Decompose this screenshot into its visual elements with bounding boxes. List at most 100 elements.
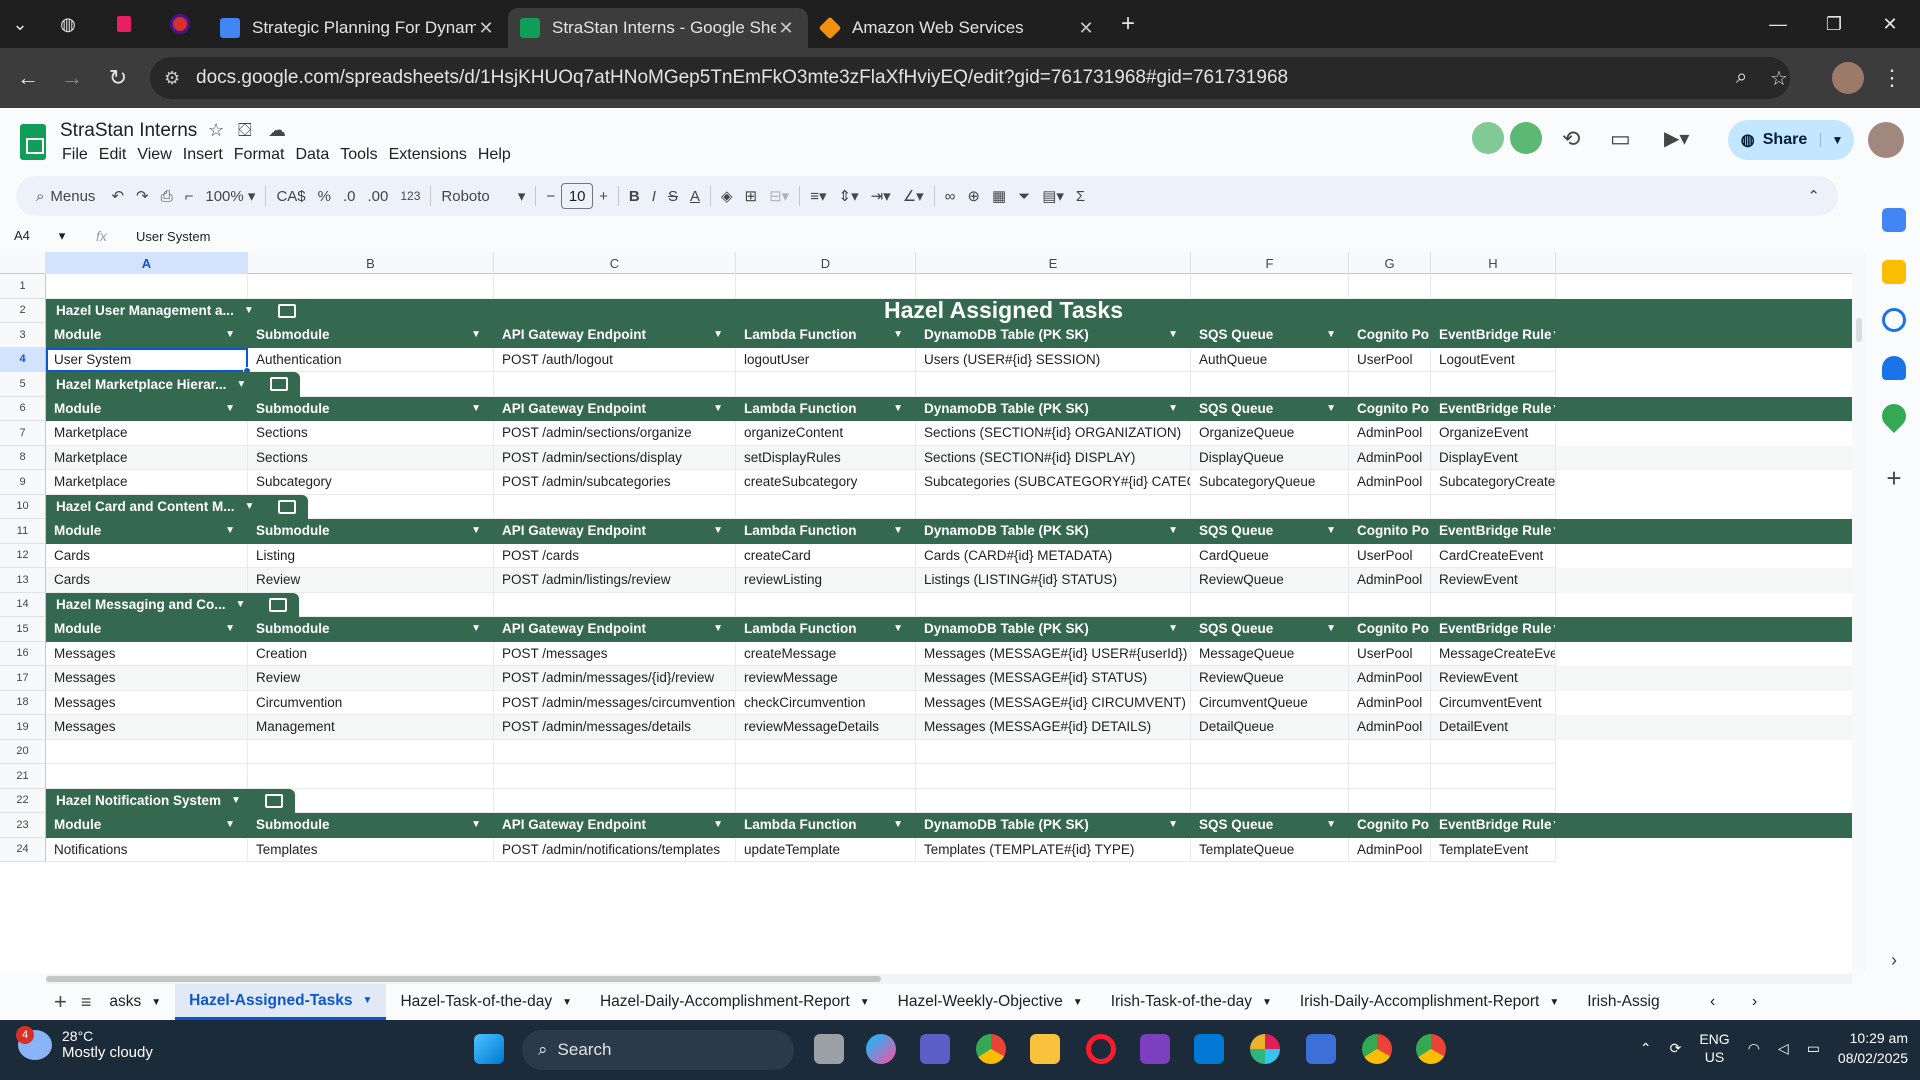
column-heading[interactable]: SQS Queue ▼ bbox=[1191, 396, 1349, 421]
cell[interactable]: TemplateQueue bbox=[1191, 837, 1349, 862]
column-dropdown-chevron-icon[interactable]: ▼ bbox=[471, 329, 481, 340]
cell[interactable]: CardQueue bbox=[1191, 543, 1349, 568]
cell[interactable]: LogoutEvent bbox=[1431, 347, 1556, 372]
table-view-icon[interactable] bbox=[270, 377, 289, 392]
cell[interactable]: reviewMessage bbox=[736, 666, 916, 691]
table-name-chip[interactable]: Hazel User Management a... ▼ bbox=[46, 298, 308, 323]
star-icon[interactable]: ☆ bbox=[208, 120, 224, 141]
column-heading[interactable]: SQS Queue ▼ bbox=[1191, 519, 1349, 544]
cell[interactable]: Messages (MESSAGE#{id} USER#{userId}) bbox=[916, 641, 1191, 666]
menu-view[interactable]: View bbox=[135, 146, 180, 164]
column-heading[interactable]: API Gateway Endpoint ▼ bbox=[494, 519, 736, 544]
row-header-10[interactable]: 10 bbox=[0, 494, 46, 519]
column-dropdown-chevron-icon[interactable]: ▼ bbox=[893, 403, 903, 414]
task-view-icon[interactable] bbox=[814, 1034, 844, 1064]
column-heading[interactable]: Submodule ▼ bbox=[248, 396, 494, 421]
cell[interactable]: createCard bbox=[736, 543, 916, 568]
column-header-e[interactable]: E bbox=[916, 252, 1191, 274]
sheet-tab[interactable]: Hazel-Task-of-the-day ▼ bbox=[386, 984, 586, 1020]
table-view-icon[interactable] bbox=[277, 303, 296, 318]
horizontal-scrollbar[interactable] bbox=[46, 974, 1852, 984]
zoom-select[interactable]: 100% ▾ bbox=[199, 180, 261, 212]
clock[interactable]: 10:29 am 08/02/2025 bbox=[1838, 1028, 1908, 1068]
table-view-icon[interactable] bbox=[264, 793, 283, 808]
column-heading[interactable]: Cognito Po▼ bbox=[1349, 396, 1431, 421]
copilot-icon[interactable] bbox=[866, 1034, 896, 1064]
row-header-12[interactable]: 12 bbox=[0, 543, 46, 568]
column-dropdown-chevron-icon[interactable]: ▼ bbox=[1326, 819, 1336, 830]
column-heading[interactable]: EventBridge Rule▼ bbox=[1431, 323, 1556, 348]
increase-decimal-button[interactable]: .00 bbox=[362, 180, 395, 212]
row-header-1[interactable]: 1 bbox=[0, 274, 46, 299]
battery-icon[interactable]: ▭ bbox=[1807, 1040, 1820, 1057]
strikethrough-button[interactable]: S bbox=[662, 180, 684, 212]
contacts-icon[interactable] bbox=[1882, 356, 1906, 380]
cell[interactable]: DisplayEvent bbox=[1431, 445, 1556, 470]
table-view-icon[interactable] bbox=[278, 499, 297, 514]
browser-menu-icon[interactable]: ⋮ bbox=[1874, 60, 1910, 96]
cell[interactable]: Marketplace bbox=[46, 470, 248, 495]
cell[interactable]: Subcategory bbox=[248, 470, 494, 495]
cell[interactable]: Marketplace bbox=[46, 421, 248, 446]
opera-icon[interactable] bbox=[1086, 1034, 1116, 1064]
column-heading[interactable]: Cognito Po▼ bbox=[1349, 813, 1431, 838]
cell[interactable]: createSubcategory bbox=[736, 470, 916, 495]
column-dropdown-chevron-icon[interactable]: ▼ bbox=[1168, 525, 1178, 536]
insert-link-icon[interactable]: ∞ bbox=[939, 180, 962, 212]
column-heading[interactable]: API Gateway Endpoint ▼ bbox=[494, 813, 736, 838]
cell[interactable]: POST /admin/messages/details bbox=[494, 715, 736, 740]
column-heading[interactable]: Cognito Po▼ bbox=[1349, 617, 1431, 642]
sheet-tab[interactable]: Hazel-Daily-Accomplishment-Report ▼ bbox=[586, 984, 884, 1020]
tab-search-chevron-icon[interactable]: ⌄ bbox=[0, 0, 40, 48]
bold-button[interactable]: B bbox=[623, 180, 646, 212]
cell[interactable]: AdminPool bbox=[1349, 837, 1431, 862]
cell[interactable]: AdminPool bbox=[1349, 445, 1431, 470]
browser-tab-2[interactable]: StraStan Interns - Google Sheet ✕ bbox=[508, 8, 808, 48]
cell[interactable]: POST /admin/listings/review bbox=[494, 568, 736, 593]
table-menu-chevron-icon[interactable]: ▼ bbox=[236, 379, 246, 390]
column-heading[interactable]: API Gateway Endpoint ▼ bbox=[494, 323, 736, 348]
cell[interactable]: AdminPool bbox=[1349, 715, 1431, 740]
column-heading[interactable]: Module ▼ bbox=[46, 617, 248, 642]
tray-overflow-chevron-icon[interactable]: ⌃ bbox=[1640, 1040, 1652, 1057]
column-dropdown-chevron-icon[interactable]: ▼ bbox=[471, 403, 481, 414]
sheet-tab[interactable]: Hazel-Weekly-Objective ▼ bbox=[884, 984, 1097, 1020]
cell[interactable]: UserPool bbox=[1349, 347, 1431, 372]
cell[interactable]: DetailEvent bbox=[1431, 715, 1556, 740]
column-heading[interactable]: EventBridge Rule▼ bbox=[1431, 396, 1556, 421]
column-dropdown-chevron-icon[interactable]: ▼ bbox=[1326, 403, 1336, 414]
vertical-align-icon[interactable]: ⇕▾ bbox=[833, 180, 865, 212]
column-heading[interactable]: DynamoDB Table (PK SK) ▼ bbox=[916, 813, 1191, 838]
column-heading[interactable]: Module ▼ bbox=[46, 396, 248, 421]
column-heading[interactable]: Module ▼ bbox=[46, 813, 248, 838]
menu-tools[interactable]: Tools bbox=[338, 146, 386, 164]
column-heading[interactable]: API Gateway Endpoint ▼ bbox=[494, 396, 736, 421]
cell[interactable]: AdminPool bbox=[1349, 666, 1431, 691]
reload-icon[interactable]: ↻ bbox=[100, 60, 136, 96]
cell[interactable]: Messages (MESSAGE#{id} DETAILS) bbox=[916, 715, 1191, 740]
column-dropdown-chevron-icon[interactable]: ▼ bbox=[225, 819, 235, 830]
column-header-f[interactable]: F bbox=[1191, 252, 1349, 274]
column-heading[interactable]: Submodule ▼ bbox=[248, 519, 494, 544]
decrease-decimal-button[interactable]: .0 bbox=[337, 180, 362, 212]
undo-icon[interactable]: ↶ bbox=[105, 180, 130, 212]
horizontal-scroll-thumb[interactable] bbox=[46, 976, 881, 982]
sync-icon[interactable]: ⟳ bbox=[1670, 1040, 1682, 1057]
cell[interactable]: Notifications bbox=[46, 837, 248, 862]
column-header-c[interactable]: C bbox=[494, 252, 736, 274]
sheets-logo-icon[interactable] bbox=[20, 124, 46, 160]
cell[interactable]: AdminPool bbox=[1349, 690, 1431, 715]
cell[interactable]: Management bbox=[248, 715, 494, 740]
column-heading[interactable]: Submodule ▼ bbox=[248, 323, 494, 348]
chrome-profile-icon[interactable] bbox=[1362, 1034, 1392, 1064]
column-dropdown-chevron-icon[interactable]: ▼ bbox=[471, 819, 481, 830]
column-heading[interactable]: SQS Queue ▼ bbox=[1191, 617, 1349, 642]
sheet-tab[interactable]: Irish-Task-of-the-day ▼ bbox=[1097, 984, 1286, 1020]
site-info-icon[interactable]: ⚙ bbox=[164, 68, 180, 89]
sheet-tab-menu-chevron-icon[interactable]: ▼ bbox=[151, 997, 161, 1008]
version-history-icon[interactable]: ⟲ bbox=[1562, 126, 1580, 152]
scroll-tabs-right-icon[interactable]: › bbox=[1738, 984, 1771, 1020]
sheet-tab-menu-chevron-icon[interactable]: ▼ bbox=[363, 995, 373, 1006]
column-heading[interactable]: Submodule ▼ bbox=[248, 813, 494, 838]
taskbar-search-box[interactable]: ⌕ Search bbox=[522, 1030, 794, 1070]
